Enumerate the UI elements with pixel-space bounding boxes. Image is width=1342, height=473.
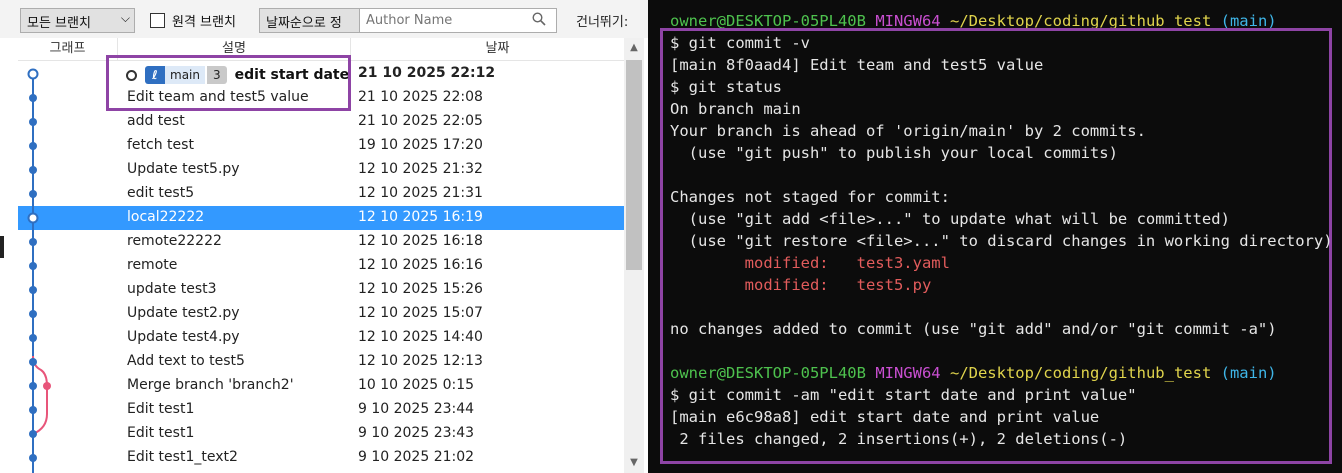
window-edge-fragment [0,236,4,258]
prompt-user-host: owner@DESKTOP-05PL40B [670,364,866,382]
terminal-line: $ git commit -v [670,34,810,52]
scroll-thumb[interactable] [626,60,642,270]
commit-date: 9 10 2025 21:02 [358,449,475,465]
terminal-line: (use "git add <file>..." to update what … [670,210,1230,228]
commit-date: 10 10 2025 0:15 [358,377,475,393]
commit-date: 21 10 2025 22:12 [358,65,496,81]
scroll-up-arrow-icon[interactable]: ▲ [624,38,644,58]
graph-node-branch [43,382,51,390]
commit-date: 19 10 2025 17:20 [358,137,483,153]
graph-node [29,262,37,270]
modified-label: modified: [670,276,857,294]
commit-description: remote22222 [127,233,222,249]
graph-node [29,382,37,390]
terminal-line: (use "git restore <file>..." to discard … [670,232,1333,250]
column-header-date[interactable]: 날짜 [351,38,644,61]
commit-date: 12 10 2025 14:40 [358,329,483,345]
sort-order-value: 날짜순으로 정 [266,16,342,31]
commit-date: 12 10 2025 16:19 [358,209,483,225]
terminal-line: 2 files changed, 2 insertions(+), 2 dele… [670,430,1128,448]
commit-date: 12 10 2025 15:07 [358,305,483,321]
commit-description: fetch test [127,137,194,153]
terminal-line: no changes added to commit (use "git add… [670,320,1277,338]
column-header-graph[interactable]: 그래프 [18,38,118,61]
graph-node [29,334,37,342]
graph-branch-line [32,355,48,435]
commit-description: Update test2.py [127,305,240,321]
terminal-line: [main 8f0aad4] Edit team and test5 value [670,56,1044,74]
terminal-modified-line: modified: test5.py [670,274,932,296]
commit-date: 12 10 2025 21:32 [358,161,483,177]
search-icon[interactable] [532,12,546,26]
graph-node [29,430,37,438]
graph-node [29,454,37,462]
terminal-line: Changes not staged for commit: [670,188,950,206]
graph-node [29,286,37,294]
graph-node [29,94,37,102]
modified-label: modified: [670,254,857,272]
modified-file: test3.yaml [856,254,950,272]
commit-date: 12 10 2025 15:26 [358,281,483,297]
commit-date: 21 10 2025 22:05 [358,113,483,129]
checkbox-box[interactable] [150,13,165,28]
commit-description: Update test4.py [127,329,240,345]
branch-filter-select[interactable]: 모든 브랜치 ⌵ [20,8,135,33]
prompt-branch: (main) [1220,364,1277,382]
scroll-down-arrow-icon[interactable]: ▼ [624,453,644,473]
commit-description: Edit test1_text2 [127,449,238,465]
commit-description: Merge branch 'branch2' [127,377,294,393]
graph-node [29,310,37,318]
commit-date: 12 10 2025 12:13 [358,353,483,369]
commit-description: update test3 [127,281,217,297]
commit-description: edit test5 [127,185,195,201]
commit-date: 12 10 2025 16:16 [358,257,483,273]
git-history-panel: 모든 브랜치 ⌵ 원격 브랜치 날짜순으로 정 건너뛰기: 그래프 설명 날짜 … [0,0,648,473]
commit-graph [27,68,51,473]
graph-node [29,358,37,366]
commit-description: add test [127,113,185,129]
terminal-line: Your branch is ahead of 'origin/main' by… [670,122,1146,140]
graph-node [29,166,37,174]
commit-date: 21 10 2025 22:08 [358,89,483,105]
toolbar: 모든 브랜치 ⌵ 원격 브랜치 날짜순으로 정 건너뛰기: [0,0,648,38]
branch-filter-value: 모든 브랜치 [27,16,91,31]
commit-description: Update test5.py [127,161,240,177]
terminal-line: $ git status [670,78,782,96]
graph-node-head [27,68,39,80]
remote-branch-checkbox[interactable]: 원격 브랜치 [150,11,236,30]
prompt-shell: MINGW64 [875,364,941,382]
commit-date: 9 10 2025 23:43 [358,425,475,441]
commit-description: Edit test1 [127,425,195,441]
terminal-modified-line: modified: test3.yaml [670,252,950,274]
author-search-field[interactable] [359,8,557,33]
terminal-prompt: owner@DESKTOP-05PL40B MINGW64 ~/Desktop/… [670,362,1277,384]
terminal-line: On branch main [670,100,801,118]
commit-description: Edit test1 [127,401,195,417]
remote-branch-label: 원격 브랜치 [172,15,236,30]
goto-label: 건너뛰기: [576,15,629,30]
commit-description: remote [127,257,178,273]
graph-node [29,142,37,150]
chevron-down-icon: ⌵ [120,11,130,25]
graph-node [29,118,37,126]
author-search-input[interactable] [360,9,520,32]
terminal-line: [main e6c98a8] edit start date and print… [670,408,1100,426]
commit-description: Add text to test5 [127,353,245,369]
terminal-window[interactable]: owner@DESKTOP-05PL40B MINGW64 ~/Desktop/… [648,0,1342,473]
commit-date: 12 10 2025 16:18 [358,233,483,249]
terminal-line: $ git commit -am "edit start date and pr… [670,386,1137,404]
commit-description: local22222 [127,209,205,225]
annotation-highlight-box [106,55,351,111]
sort-order-select[interactable]: 날짜순으로 정 [259,8,361,33]
graph-node [29,238,37,246]
terminal-line: (use "git push" to publish your local co… [670,144,1118,162]
vertical-scrollbar[interactable]: ▲ ▼ [624,38,644,473]
graph-node-selected [27,212,39,224]
graph-node [29,406,37,414]
commit-date: 9 10 2025 23:44 [358,401,475,417]
commit-date: 12 10 2025 21:31 [358,185,483,201]
prompt-path: ~/Desktop/coding/github_test [949,364,1212,382]
graph-node [29,190,37,198]
modified-file: test5.py [856,276,932,294]
